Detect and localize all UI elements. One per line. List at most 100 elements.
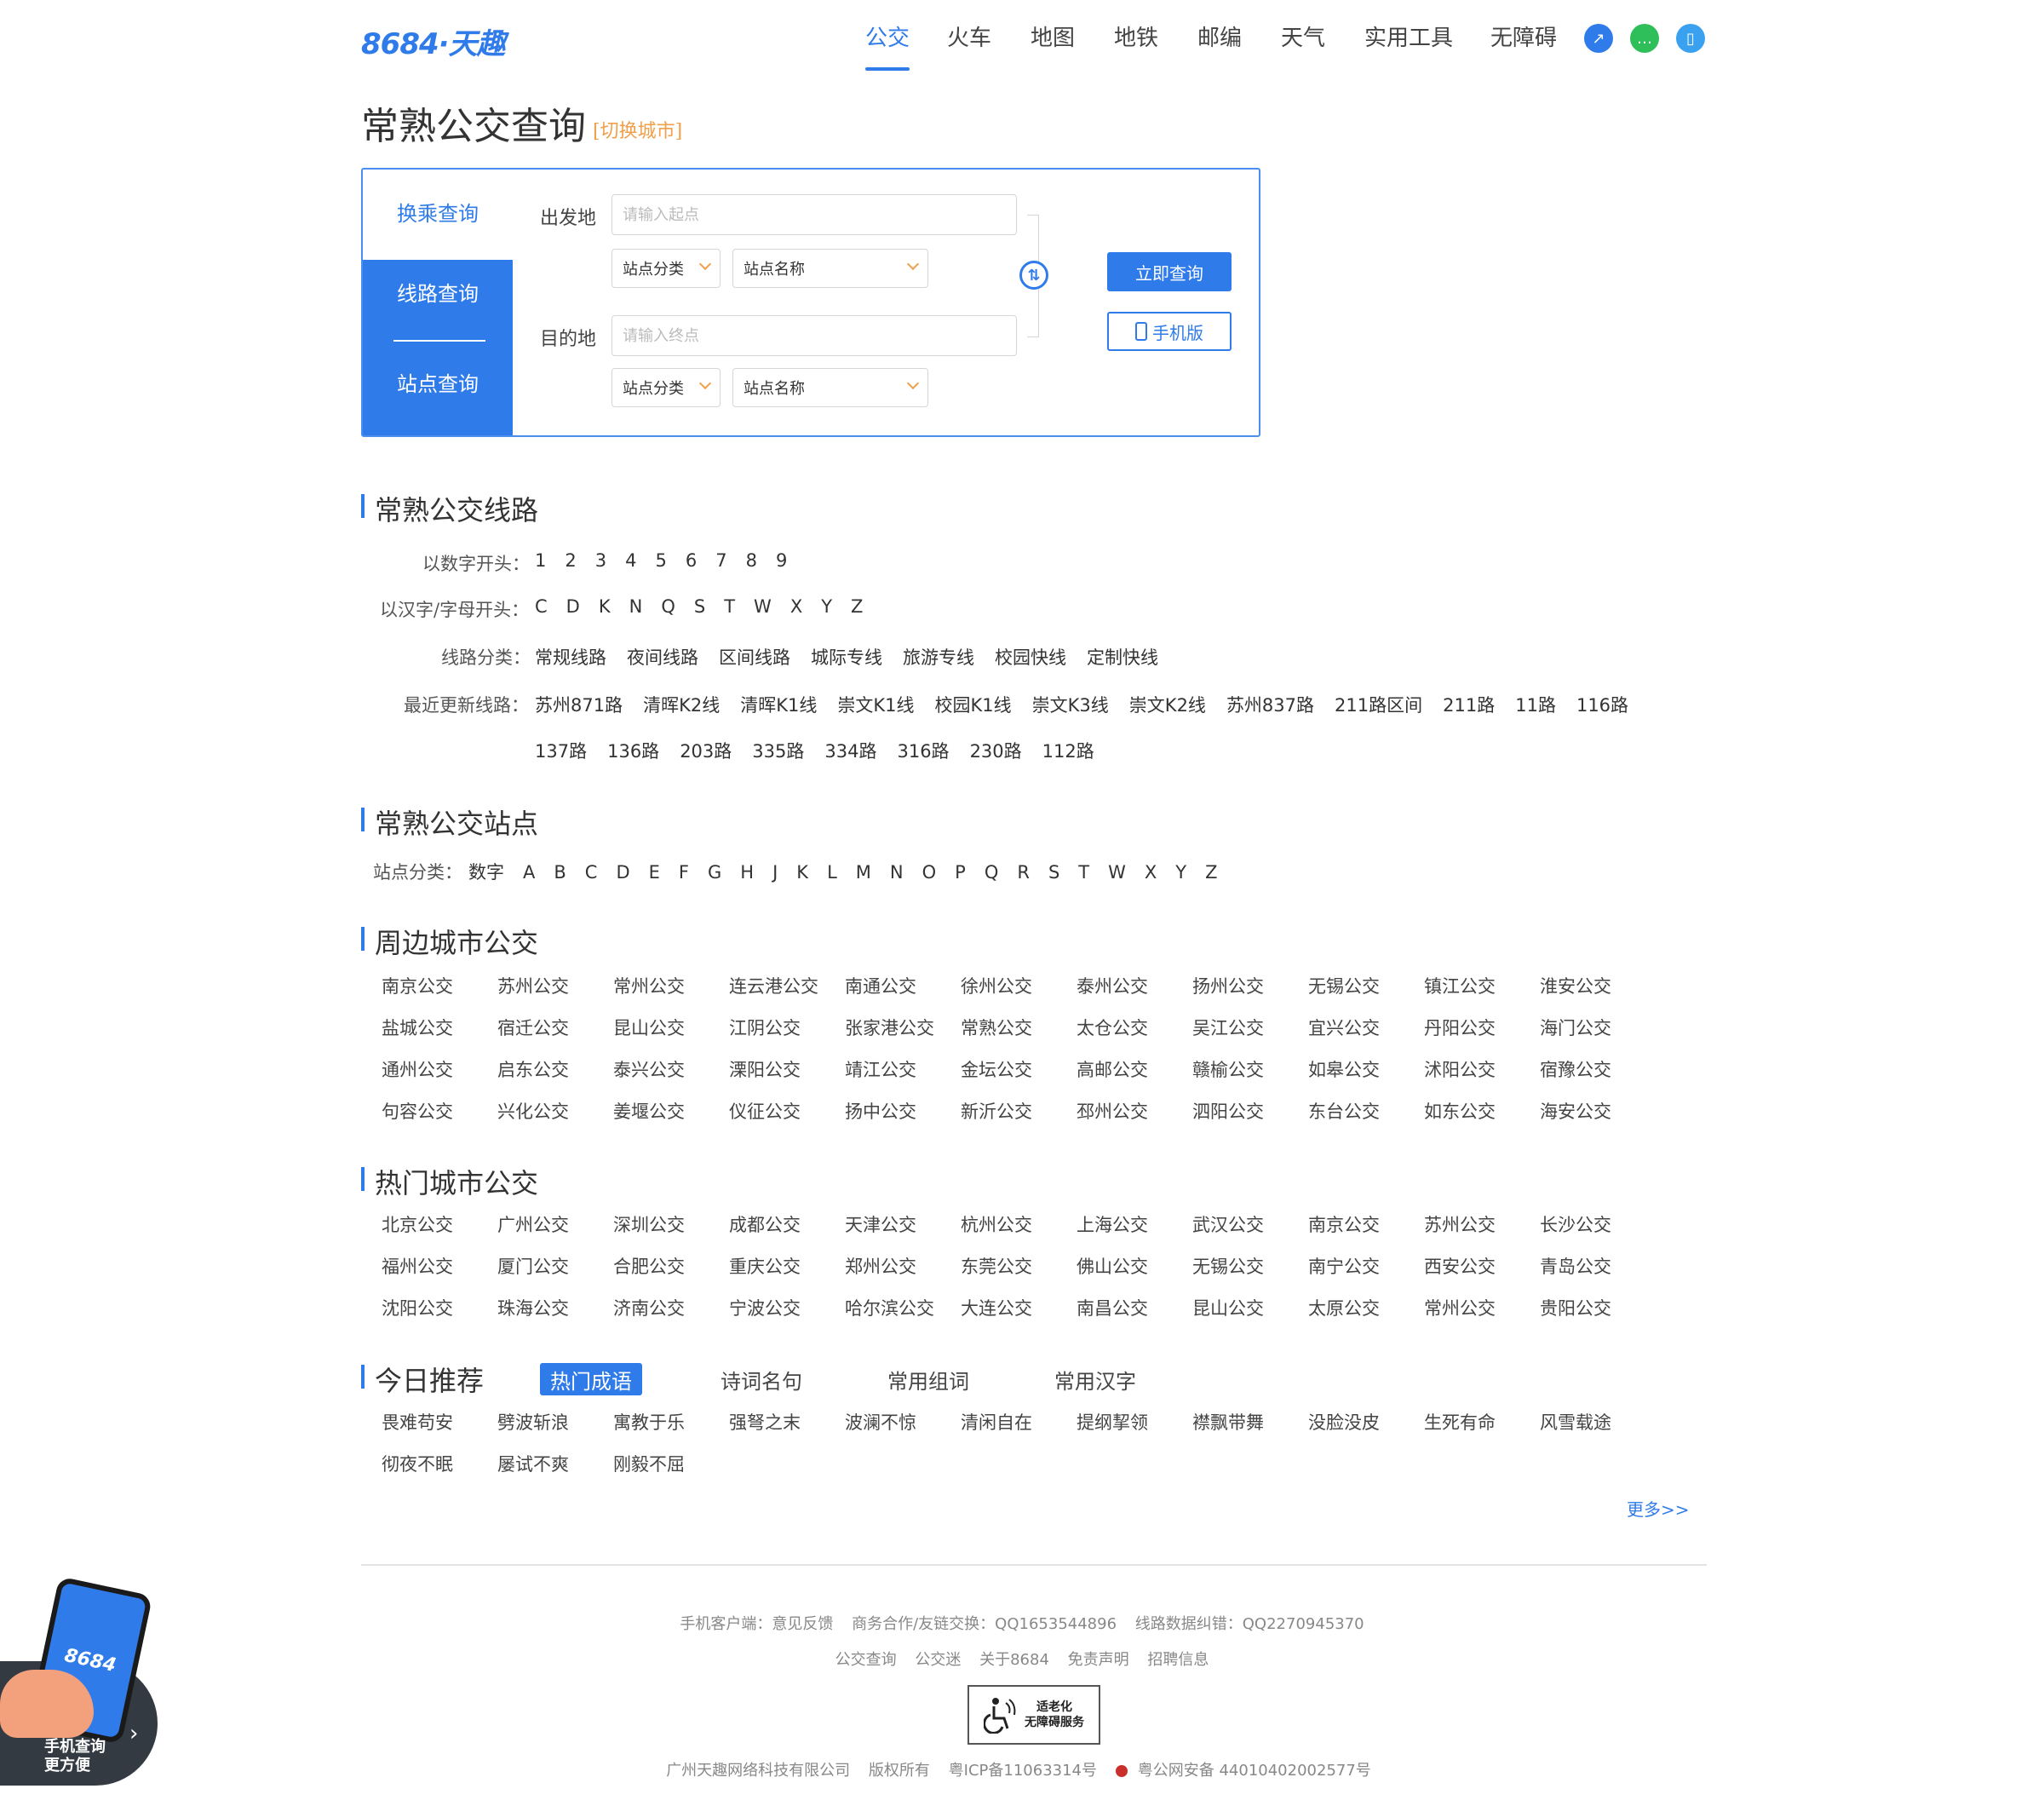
line-letter-link[interactable]: C	[535, 596, 548, 617]
line-number-link[interactable]: 7	[715, 550, 726, 571]
idiom-link[interactable]: 襟飘带舞	[1172, 1412, 1288, 1454]
city-link[interactable]: 常州公交	[593, 976, 709, 1018]
recent-line-link[interactable]: 崇文K3线	[1032, 695, 1109, 716]
line-letter-link[interactable]: S	[694, 596, 705, 617]
wechat-icon[interactable]: …	[1630, 24, 1659, 53]
line-number-link[interactable]: 9	[776, 550, 787, 571]
footer-feedback[interactable]: 手机客户端：意见反馈	[680, 1615, 833, 1633]
city-link[interactable]: 太仓公交	[1056, 1018, 1172, 1060]
recent-line-link[interactable]: 116路	[1576, 695, 1628, 716]
station-category-link[interactable]: W	[1108, 862, 1126, 883]
city-link[interactable]: 徐州公交	[940, 976, 1056, 1018]
line-category-link[interactable]: 常规线路	[535, 647, 606, 668]
city-link[interactable]: 苏州公交	[1404, 1215, 1519, 1257]
city-link[interactable]: 昆山公交	[593, 1018, 709, 1060]
city-link[interactable]: 成都公交	[709, 1215, 824, 1257]
line-category-link[interactable]: 区间线路	[719, 647, 790, 668]
station-category-link[interactable]: N	[890, 862, 904, 883]
recent-line-link[interactable]: 316路	[897, 741, 949, 762]
city-link[interactable]: 宁波公交	[709, 1298, 824, 1340]
city-link[interactable]: 福州公交	[361, 1257, 477, 1298]
station-category-link[interactable]: S	[1048, 862, 1059, 883]
city-link[interactable]: 西安公交	[1404, 1257, 1519, 1298]
line-category-link[interactable]: 旅游专线	[903, 647, 974, 668]
idiom-link[interactable]: 屡试不爽	[477, 1454, 593, 1496]
line-letter-link[interactable]: K	[599, 596, 611, 617]
city-link[interactable]: 珠海公交	[477, 1298, 593, 1340]
recent-line-link[interactable]: 230路	[970, 741, 1022, 762]
recent-line-link[interactable]: 11路	[1515, 695, 1556, 716]
recent-line-link[interactable]: 335路	[752, 741, 804, 762]
city-link[interactable]: 哈尔滨公交	[824, 1298, 940, 1340]
tab-transfer[interactable]: 换乘查询	[363, 170, 513, 260]
city-link[interactable]: 佛山公交	[1056, 1257, 1172, 1298]
line-letter-link[interactable]: D	[566, 596, 580, 617]
city-link[interactable]: 武汉公交	[1172, 1215, 1288, 1257]
idiom-link[interactable]: 刚毅不屈	[593, 1454, 709, 1496]
city-link[interactable]: 淮安公交	[1519, 976, 1635, 1018]
idiom-link[interactable]: 清闲自在	[940, 1412, 1056, 1454]
city-link[interactable]: 邳州公交	[1056, 1101, 1172, 1143]
city-link[interactable]: 泗阳公交	[1172, 1101, 1288, 1143]
city-link[interactable]: 泰州公交	[1056, 976, 1172, 1018]
idiom-link[interactable]: 提纲挈领	[1056, 1412, 1172, 1454]
footer-police[interactable]: 粤公网安备 44010402002577号	[1115, 1762, 1378, 1780]
more-link[interactable]: 更多>>	[1627, 1496, 1690, 1521]
city-link[interactable]: 通州公交	[361, 1060, 477, 1101]
line-number-link[interactable]: 8	[746, 550, 757, 571]
line-number-link[interactable]: 6	[686, 550, 697, 571]
nav-subway[interactable]: 地铁	[1114, 20, 1158, 52]
city-link[interactable]: 金坛公交	[940, 1060, 1056, 1101]
city-link[interactable]: 东莞公交	[940, 1257, 1056, 1298]
city-link[interactable]: 厦门公交	[477, 1257, 593, 1298]
nav-accessibility[interactable]: 无障碍	[1490, 20, 1557, 52]
station-category-link[interactable]: X	[1145, 862, 1157, 883]
city-link[interactable]: 南京公交	[361, 976, 477, 1018]
city-link[interactable]: 赣榆公交	[1172, 1060, 1288, 1101]
line-category-link[interactable]: 定制快线	[1087, 647, 1158, 668]
city-link[interactable]: 丹阳公交	[1404, 1018, 1519, 1060]
city-link[interactable]: 无锡公交	[1172, 1257, 1288, 1298]
recent-line-link[interactable]: 136路	[607, 741, 659, 762]
recent-line-link[interactable]: 211路	[1443, 695, 1495, 716]
city-link[interactable]: 兴化公交	[477, 1101, 593, 1143]
line-category-link[interactable]: 夜间线路	[627, 647, 698, 668]
city-link[interactable]: 句容公交	[361, 1101, 477, 1143]
station-category-link[interactable]: Z	[1205, 862, 1217, 883]
city-link[interactable]: 杭州公交	[940, 1215, 1056, 1257]
city-link[interactable]: 宿迁公交	[477, 1018, 593, 1060]
idiom-link[interactable]: 寓教于乐	[593, 1412, 709, 1454]
tab-common-words[interactable]: 常用组词	[887, 1363, 969, 1395]
tab-line[interactable]: 线路查询	[363, 277, 513, 307]
recent-line-link[interactable]: 334路	[824, 741, 876, 762]
recent-line-link[interactable]: 137路	[535, 741, 587, 762]
city-link[interactable]: 沭阳公交	[1404, 1060, 1519, 1101]
city-link[interactable]: 苏州公交	[477, 976, 593, 1018]
city-link[interactable]: 如东公交	[1404, 1101, 1519, 1143]
city-link[interactable]: 高邮公交	[1056, 1060, 1172, 1101]
city-link[interactable]: 宜兴公交	[1288, 1018, 1404, 1060]
city-link[interactable]: 靖江公交	[824, 1060, 940, 1101]
city-link[interactable]: 郑州公交	[824, 1257, 940, 1298]
switch-city-link[interactable]: [切换城市]	[593, 116, 682, 143]
idiom-link[interactable]: 风雪载途	[1519, 1412, 1635, 1454]
nav-postcode[interactable]: 邮编	[1197, 20, 1242, 52]
station-category-link[interactable]: L	[827, 862, 837, 883]
city-link[interactable]: 溧阳公交	[709, 1060, 824, 1101]
city-link[interactable]: 常熟公交	[940, 1018, 1056, 1060]
from-category-select[interactable]: 站点分类	[611, 249, 721, 288]
line-category-link[interactable]: 校园快线	[995, 647, 1066, 668]
city-link[interactable]: 重庆公交	[709, 1257, 824, 1298]
to-input[interactable]	[611, 315, 1017, 356]
recent-line-link[interactable]: 211路区间	[1335, 695, 1422, 716]
line-letter-link[interactable]: Z	[851, 596, 863, 617]
station-category-link[interactable]: K	[796, 862, 808, 883]
city-link[interactable]: 无锡公交	[1288, 976, 1404, 1018]
station-category-link[interactable]: B	[554, 862, 566, 883]
station-category-link[interactable]: T	[1078, 862, 1089, 883]
nav-map[interactable]: 地图	[1031, 20, 1075, 52]
city-link[interactable]: 太原公交	[1288, 1298, 1404, 1340]
footer-link[interactable]: 公交查询	[835, 1651, 897, 1669]
to-station-select[interactable]: 站点名称	[732, 368, 928, 407]
station-category-link[interactable]: O	[922, 862, 937, 883]
